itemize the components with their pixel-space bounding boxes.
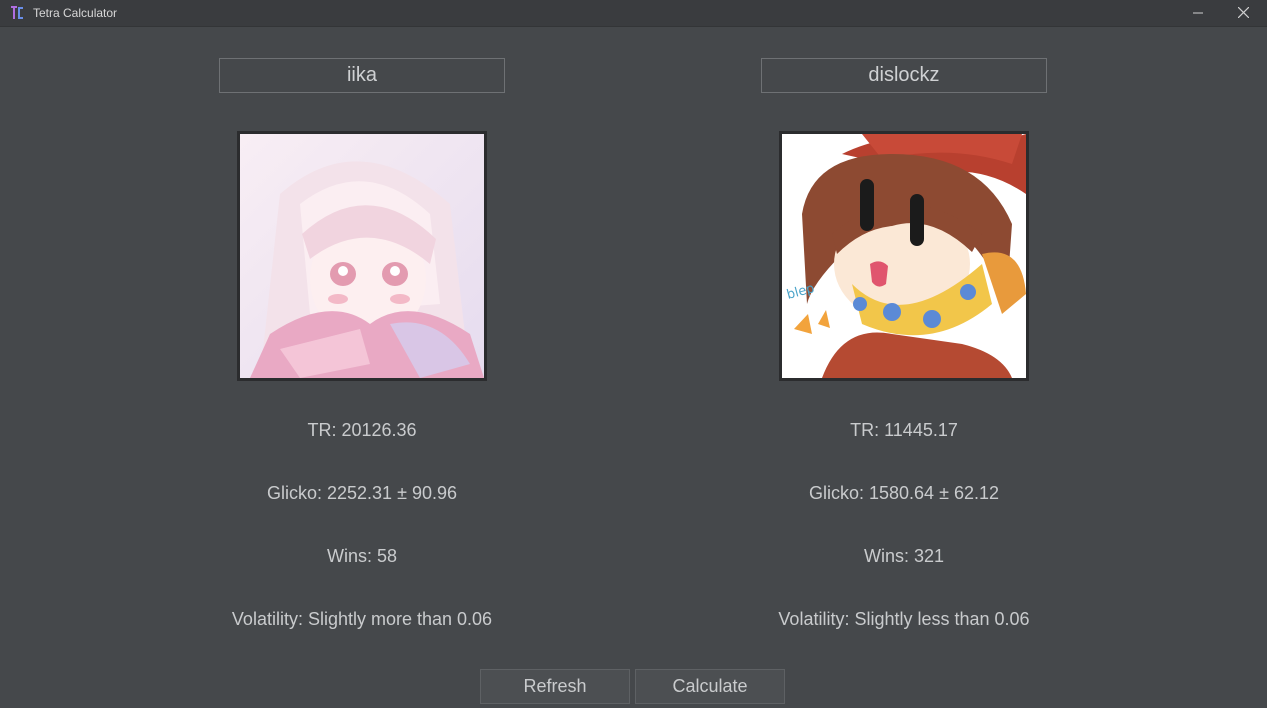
minimize-button[interactable] xyxy=(1175,0,1221,27)
right-username-input[interactable]: dislockz xyxy=(761,58,1047,93)
right-tr-value: TR: 11445.17 xyxy=(850,420,958,440)
right-glicko-value: Glicko: 1580.64 ± 62.12 xyxy=(808,483,999,503)
left-wins-value: Wins: 58 xyxy=(326,546,398,566)
left-tr-value: TR: 20126.36 xyxy=(307,420,417,440)
title-bar: Tetra Calculator xyxy=(0,0,1267,27)
left-glicko-value: Glicko: 2252.31 ± 90.96 xyxy=(266,483,457,503)
window-title: Tetra Calculator xyxy=(33,6,118,20)
app-window: Tetra Calculator iika TR: 20126.36 Glick… xyxy=(0,0,1267,708)
refresh-button[interactable]: Refresh xyxy=(480,669,630,704)
calculate-button[interactable]: Calculate xyxy=(635,669,785,704)
minimize-icon xyxy=(1193,5,1203,23)
right-wins-value: Wins: 321 xyxy=(863,546,945,566)
right-player-avatar: blep xyxy=(779,131,1029,381)
close-button[interactable] xyxy=(1220,0,1266,27)
left-player-avatar xyxy=(237,131,487,381)
right-volatility-value: Volatility: Slightly less than 0.06 xyxy=(778,609,1030,629)
left-volatility-value: Volatility: Slightly more than 0.06 xyxy=(231,609,493,629)
left-username-input[interactable]: iika xyxy=(219,58,505,93)
close-icon xyxy=(1237,5,1249,23)
tc-logo-icon xyxy=(10,5,24,21)
